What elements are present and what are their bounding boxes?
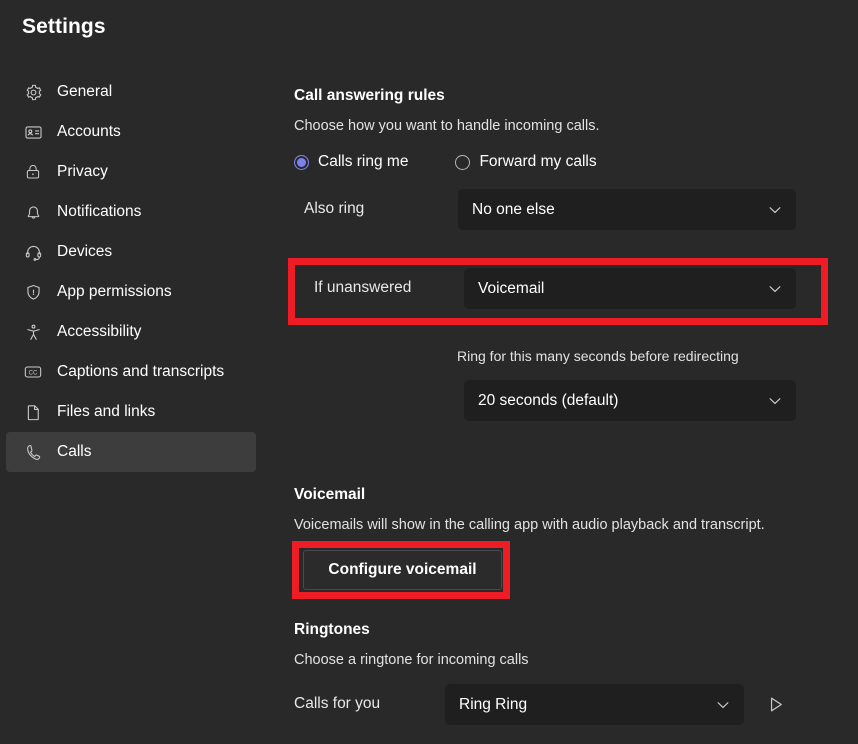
ring-seconds-dropdown[interactable]: 20 seconds (default): [464, 380, 796, 421]
sidebar-item-app-permissions[interactable]: App permissions: [6, 272, 256, 312]
chevron-down-icon: [766, 201, 784, 219]
sidebar-item-label: General: [57, 83, 113, 101]
voicemail-description: Voicemails will show in the calling app …: [294, 517, 765, 533]
sidebar-item-accessibility[interactable]: Accessibility: [6, 312, 256, 352]
settings-main-panel: Call answering rules Choose how you want…: [294, 0, 858, 744]
calls-for-you-label: Calls for you: [294, 695, 381, 712]
sidebar-item-label: Calls: [57, 443, 92, 461]
if-unanswered-label: If unanswered: [314, 279, 412, 296]
sidebar-item-files-and-links[interactable]: Files and links: [6, 392, 256, 432]
svg-text:CC: CC: [29, 371, 38, 377]
bell-icon: [22, 201, 44, 223]
document-icon: [22, 401, 44, 423]
also-ring-value: No one else: [472, 200, 555, 218]
sidebar-item-general[interactable]: General: [6, 72, 256, 112]
radio-label: Calls ring me: [318, 153, 409, 170]
sidebar-item-label: Notifications: [57, 203, 142, 221]
call-answering-rules-description: Choose how you want to handle incoming c…: [294, 118, 600, 134]
sidebar-item-label: Files and links: [57, 403, 156, 421]
sidebar-item-label: Accounts: [57, 123, 121, 141]
radio-indicator-unselected: [455, 154, 471, 170]
sidebar-item-accounts[interactable]: Accounts: [6, 112, 256, 152]
chevron-down-icon: [766, 392, 784, 410]
sidebar-item-devices[interactable]: Devices: [6, 232, 256, 272]
settings-window: Settings General Accounts Privacy Notifi…: [0, 0, 858, 744]
sidebar-item-label: App permissions: [57, 283, 172, 301]
radio-forward-my-calls[interactable]: Forward my calls: [455, 153, 597, 171]
accessibility-icon: [22, 321, 44, 343]
lock-icon: [22, 161, 44, 183]
page-title: Settings: [22, 15, 106, 38]
sidebar-item-label: Captions and transcripts: [57, 363, 225, 381]
calls-for-you-value: Ring Ring: [459, 695, 528, 713]
sidebar-item-privacy[interactable]: Privacy: [6, 152, 256, 192]
calls-for-you-dropdown[interactable]: Ring Ring: [445, 684, 744, 725]
call-answering-rules-heading: Call answering rules: [294, 87, 445, 104]
phone-icon: [22, 441, 44, 463]
chevron-down-icon: [766, 280, 784, 298]
closed-caption-icon: CC: [22, 361, 44, 383]
if-unanswered-dropdown[interactable]: Voicemail: [464, 268, 796, 309]
gear-icon: [22, 81, 44, 103]
call-answering-radio-group: Calls ring me Forward my calls: [294, 153, 597, 171]
ringtones-heading: Ringtones: [294, 621, 370, 638]
configure-voicemail-button[interactable]: Configure voicemail: [303, 550, 502, 590]
ring-seconds-value: 20 seconds (default): [478, 391, 619, 409]
ringtones-description: Choose a ringtone for incoming calls: [294, 652, 529, 668]
radio-indicator-selected: [294, 154, 309, 170]
if-unanswered-value: Voicemail: [478, 279, 545, 297]
radio-calls-ring-me[interactable]: Calls ring me: [294, 153, 408, 171]
shield-icon: [22, 281, 44, 303]
play-icon[interactable]: [760, 689, 790, 719]
also-ring-dropdown[interactable]: No one else: [458, 189, 796, 230]
headset-icon: [22, 241, 44, 263]
sidebar-item-notifications[interactable]: Notifications: [6, 192, 256, 232]
contact-card-icon: [22, 121, 44, 143]
settings-sidebar: General Accounts Privacy Notifications D…: [0, 72, 262, 472]
sidebar-item-label: Accessibility: [57, 323, 142, 341]
voicemail-heading: Voicemail: [294, 486, 366, 503]
also-ring-label: Also ring: [304, 200, 365, 217]
chevron-down-icon: [714, 696, 732, 714]
sidebar-item-calls[interactable]: Calls: [6, 432, 256, 472]
ring-seconds-helper-text: Ring for this many seconds before redire…: [457, 348, 739, 364]
sidebar-item-label: Devices: [57, 243, 113, 261]
radio-label: Forward my calls: [479, 153, 597, 170]
sidebar-item-captions-and-transcripts[interactable]: CC Captions and transcripts: [6, 352, 256, 392]
sidebar-item-label: Privacy: [57, 163, 108, 181]
